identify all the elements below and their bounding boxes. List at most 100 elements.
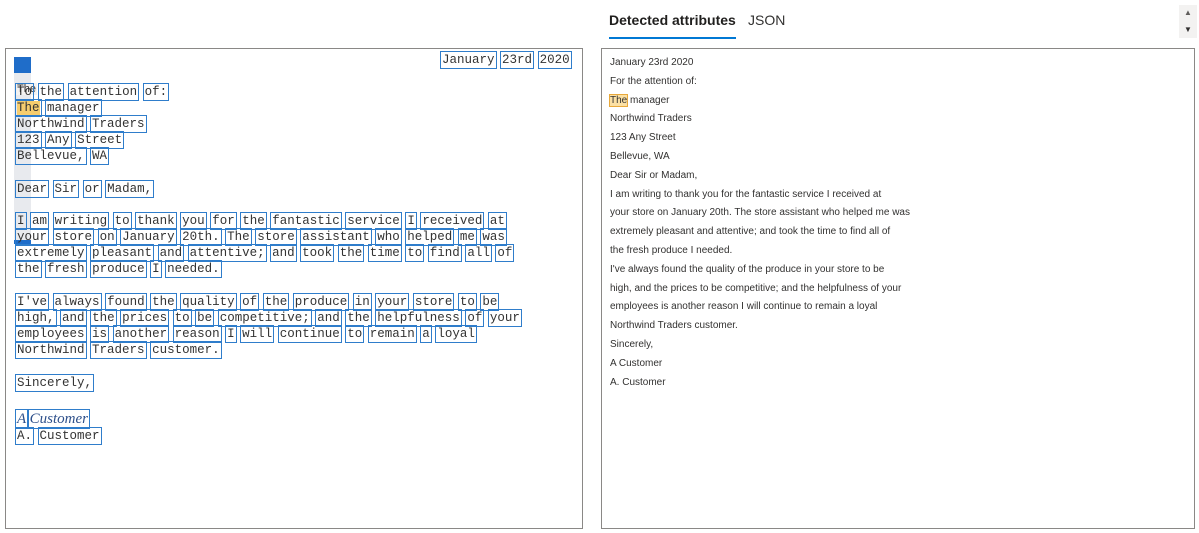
word-box[interactable]: remain <box>367 325 417 343</box>
word-box[interactable]: be <box>195 309 215 327</box>
word-box[interactable]: fantastic <box>270 212 342 230</box>
word-box[interactable]: found <box>105 293 147 311</box>
word-box[interactable]: I <box>225 325 237 343</box>
word-box[interactable]: your <box>487 309 522 327</box>
word-box[interactable]: Traders <box>90 115 147 133</box>
word-box[interactable]: Northwind <box>15 115 87 133</box>
word-box[interactable]: produce <box>90 260 147 278</box>
word-box[interactable]: to <box>405 244 425 262</box>
word-box[interactable]: you <box>180 212 207 230</box>
word-box[interactable]: time <box>367 244 402 262</box>
word-box[interactable]: store <box>412 293 455 311</box>
word-box[interactable]: I've <box>14 293 50 311</box>
word-box[interactable]: A. <box>14 427 35 445</box>
word-box[interactable]: 20th. <box>180 228 222 246</box>
word-box[interactable]: to <box>345 325 365 343</box>
word-box[interactable]: WA <box>90 147 110 165</box>
word-box[interactable]: to <box>112 212 132 230</box>
highlighted-word[interactable]: The <box>608 93 629 107</box>
word-box[interactable]: prices <box>120 309 170 327</box>
scroll-down-icon[interactable]: ▼ <box>1179 22 1197 38</box>
word-box[interactable]: competitive; <box>217 309 312 327</box>
word-box[interactable]: fresh <box>45 260 87 278</box>
word-box[interactable]: To <box>14 83 35 101</box>
word-box[interactable]: to <box>172 309 192 327</box>
word-box[interactable]: thank <box>135 212 177 230</box>
word-box[interactable]: I <box>150 260 162 278</box>
word-box[interactable]: produce <box>292 293 350 311</box>
word-box[interactable]: store <box>255 228 297 246</box>
word-box[interactable]: I <box>15 212 27 230</box>
tab-detected-attributes[interactable]: Detected attributes <box>609 12 736 39</box>
word-box[interactable]: helped <box>405 228 455 246</box>
word-box[interactable]: Northwind <box>15 341 87 359</box>
word-box[interactable]: find <box>427 244 462 262</box>
word-box[interactable]: assistant <box>300 228 372 246</box>
word-box[interactable]: another <box>112 325 170 343</box>
word-box[interactable]: Madam, <box>105 180 155 198</box>
word-box[interactable]: the <box>90 309 117 327</box>
word-box[interactable]: of <box>240 293 260 311</box>
word-box[interactable]: reason <box>172 325 222 343</box>
word-box[interactable]: continue <box>277 325 342 343</box>
word-box[interactable]: extremely <box>15 244 87 262</box>
word-box[interactable]: and <box>157 244 185 262</box>
word-box[interactable]: will <box>240 325 275 343</box>
word-box[interactable]: be <box>480 293 500 311</box>
scroll-control[interactable]: ▲ ▼ <box>1179 5 1197 38</box>
word-box[interactable]: helpfulness <box>375 309 462 327</box>
word-box[interactable]: to <box>457 293 477 311</box>
word-box[interactable]: The <box>15 99 42 117</box>
word-box[interactable]: loyal <box>435 325 477 343</box>
word-box[interactable]: Street <box>75 131 125 149</box>
word-box[interactable]: the <box>15 260 42 278</box>
word-box[interactable]: manager <box>45 99 102 117</box>
word-box[interactable]: for <box>210 212 237 230</box>
word-box[interactable]: always <box>52 293 102 311</box>
word-box[interactable]: the <box>345 309 372 327</box>
word-box[interactable]: the <box>240 212 267 230</box>
word-box[interactable]: Customer <box>27 409 91 429</box>
word-box[interactable]: service <box>345 212 402 230</box>
word-box[interactable]: the <box>262 293 290 311</box>
word-box[interactable]: Any <box>45 131 72 149</box>
word-box[interactable]: in <box>352 293 372 311</box>
tab-json[interactable]: JSON <box>748 12 785 37</box>
word-box[interactable]: January <box>440 51 497 69</box>
word-box[interactable]: a <box>420 325 432 343</box>
word-box[interactable]: and <box>60 309 87 327</box>
word-box[interactable]: Dear <box>14 180 50 198</box>
word-box[interactable]: who <box>375 228 402 246</box>
word-box[interactable]: 2020 <box>537 51 572 69</box>
word-box[interactable]: was <box>480 228 507 246</box>
word-box[interactable]: of <box>465 309 485 327</box>
word-box[interactable]: the <box>150 293 177 311</box>
word-box[interactable]: pleasant <box>90 244 155 262</box>
word-box[interactable]: The <box>225 228 252 246</box>
word-box[interactable]: am <box>30 212 50 230</box>
word-box[interactable]: at <box>487 212 507 230</box>
word-box[interactable]: Traders <box>90 341 147 359</box>
word-box[interactable]: writing <box>52 212 110 230</box>
word-box[interactable]: 123 <box>15 131 42 149</box>
word-box[interactable]: I <box>405 212 417 230</box>
word-box[interactable]: Customer <box>37 427 102 445</box>
word-box[interactable]: all <box>465 244 492 262</box>
word-box[interactable]: of <box>495 244 515 262</box>
word-box[interactable]: attentive; <box>187 244 267 262</box>
word-box[interactable]: is <box>90 325 110 343</box>
word-box[interactable]: on <box>97 228 117 246</box>
word-box[interactable]: 23rd <box>500 51 535 69</box>
word-box[interactable]: took <box>300 244 335 262</box>
word-box[interactable]: high, <box>15 309 57 327</box>
word-box[interactable]: the <box>337 244 365 262</box>
word-box[interactable]: customer. <box>150 341 222 359</box>
scroll-up-icon[interactable]: ▲ <box>1179 5 1197 21</box>
word-box[interactable]: store <box>52 228 95 246</box>
word-box[interactable]: Sincerely, <box>14 374 95 392</box>
word-box[interactable]: and <box>270 244 297 262</box>
word-box[interactable]: me <box>457 228 477 246</box>
word-box[interactable]: and <box>315 309 342 327</box>
word-box[interactable]: Bellevue, <box>15 147 87 165</box>
word-box[interactable]: of: <box>142 83 170 101</box>
